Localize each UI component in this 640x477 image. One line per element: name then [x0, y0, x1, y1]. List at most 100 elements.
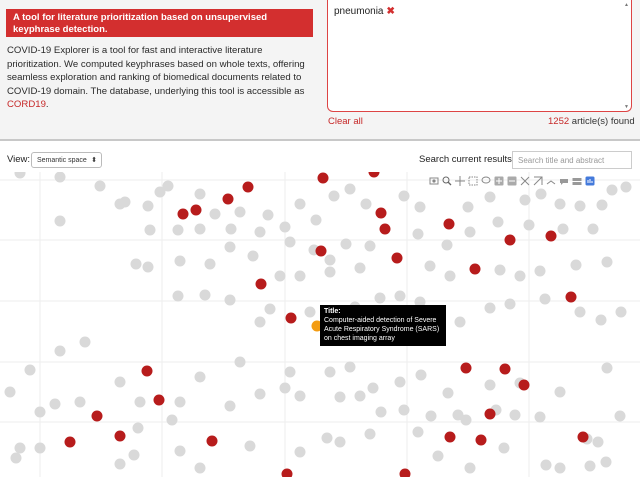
article-point[interactable] — [534, 411, 546, 423]
article-point[interactable] — [344, 183, 356, 195]
relevant-article-point[interactable] — [317, 172, 329, 184]
article-point[interactable] — [444, 270, 456, 282]
article-point[interactable] — [304, 306, 316, 318]
article-point[interactable] — [600, 456, 612, 468]
hover-closest-icon[interactable] — [559, 175, 569, 186]
article-point[interactable] — [554, 198, 566, 210]
relevant-article-point[interactable] — [222, 193, 234, 205]
article-point[interactable] — [344, 361, 356, 373]
relevant-article-point[interactable] — [379, 223, 391, 235]
relevant-article-point[interactable] — [141, 365, 153, 377]
article-point[interactable] — [492, 216, 504, 228]
article-point[interactable] — [462, 201, 474, 213]
box-select-icon[interactable] — [468, 175, 478, 186]
article-point[interactable] — [414, 201, 426, 213]
article-point[interactable] — [54, 345, 66, 357]
zoom-in-icon[interactable] — [494, 175, 504, 186]
article-point[interactable] — [494, 264, 506, 276]
article-point[interactable] — [425, 410, 437, 422]
relevant-article-point[interactable] — [565, 291, 577, 303]
article-point[interactable] — [321, 432, 333, 444]
relevant-article-point[interactable] — [460, 362, 472, 374]
article-point[interactable] — [354, 390, 366, 402]
relevant-article-point[interactable] — [64, 436, 76, 448]
article-point[interactable] — [247, 250, 259, 262]
article-point[interactable] — [424, 260, 436, 272]
relevant-article-point[interactable] — [399, 468, 411, 477]
article-point[interactable] — [367, 382, 379, 394]
article-point[interactable] — [134, 396, 146, 408]
article-point[interactable] — [464, 226, 476, 238]
article-point[interactable] — [394, 376, 406, 388]
reset-axes-icon[interactable] — [533, 175, 543, 186]
article-point[interactable] — [264, 303, 276, 315]
relevant-article-point[interactable] — [577, 431, 589, 443]
article-point[interactable] — [441, 239, 453, 251]
article-point[interactable] — [144, 224, 156, 236]
article-point[interactable] — [194, 188, 206, 200]
article-point[interactable] — [94, 180, 106, 192]
relevant-article-point[interactable] — [444, 431, 456, 443]
article-point[interactable] — [199, 289, 211, 301]
article-point[interactable] — [328, 190, 340, 202]
article-point[interactable] — [274, 270, 286, 282]
article-point[interactable] — [209, 208, 221, 220]
relevant-article-point[interactable] — [177, 208, 189, 220]
article-point[interactable] — [324, 366, 336, 378]
article-point[interactable] — [194, 462, 206, 474]
article-point[interactable] — [570, 259, 582, 271]
article-point[interactable] — [415, 369, 427, 381]
article-point[interactable] — [244, 440, 256, 452]
article-point[interactable] — [539, 293, 551, 305]
article-point[interactable] — [340, 238, 352, 250]
article-point[interactable] — [10, 452, 22, 464]
relevant-article-point[interactable] — [475, 434, 487, 446]
article-point[interactable] — [509, 409, 521, 421]
view-select[interactable]: Semantic space ⬍ — [31, 152, 102, 168]
article-point[interactable] — [375, 406, 387, 418]
article-point[interactable] — [412, 228, 424, 240]
article-point[interactable] — [114, 458, 126, 470]
relevant-article-point[interactable] — [242, 181, 254, 193]
article-point[interactable] — [294, 446, 306, 458]
save-icon[interactable] — [429, 175, 439, 186]
article-point[interactable] — [34, 406, 46, 418]
article-point[interactable] — [442, 387, 454, 399]
article-point[interactable] — [484, 379, 496, 391]
spike-lines-icon[interactable] — [546, 175, 556, 186]
article-point[interactable] — [234, 206, 246, 218]
article-point[interactable] — [535, 188, 547, 200]
article-point[interactable] — [484, 302, 496, 314]
article-point[interactable] — [398, 190, 410, 202]
article-point[interactable] — [132, 422, 144, 434]
article-point[interactable] — [394, 290, 406, 302]
article-point[interactable] — [574, 306, 586, 318]
article-point[interactable] — [279, 382, 291, 394]
article-point[interactable] — [204, 258, 216, 270]
relevant-article-point[interactable] — [391, 252, 403, 264]
article-point[interactable] — [587, 223, 599, 235]
relevant-article-point[interactable] — [206, 435, 218, 447]
query-box[interactable]: pneumonia ✖ ▲ ▼ — [327, 0, 632, 112]
autoscale-icon[interactable] — [520, 175, 530, 186]
article-point[interactable] — [194, 371, 206, 383]
article-point[interactable] — [254, 388, 266, 400]
article-point[interactable] — [14, 172, 26, 179]
article-point[interactable] — [310, 214, 322, 226]
remove-tag-icon[interactable]: ✖ — [386, 6, 394, 17]
article-point[interactable] — [279, 221, 291, 233]
article-point[interactable] — [224, 294, 236, 306]
relevant-article-point[interactable] — [443, 218, 455, 230]
article-point[interactable] — [504, 298, 516, 310]
article-point[interactable] — [334, 391, 346, 403]
article-point[interactable] — [79, 336, 91, 348]
article-point[interactable] — [174, 255, 186, 267]
article-point[interactable] — [224, 400, 236, 412]
relevant-article-point[interactable] — [315, 245, 327, 257]
article-point[interactable] — [194, 223, 206, 235]
article-point[interactable] — [162, 180, 174, 192]
scroll-down-icon[interactable]: ▼ — [624, 104, 629, 110]
article-point[interactable] — [324, 254, 336, 266]
article-point[interactable] — [234, 356, 246, 368]
article-point[interactable] — [595, 314, 607, 326]
